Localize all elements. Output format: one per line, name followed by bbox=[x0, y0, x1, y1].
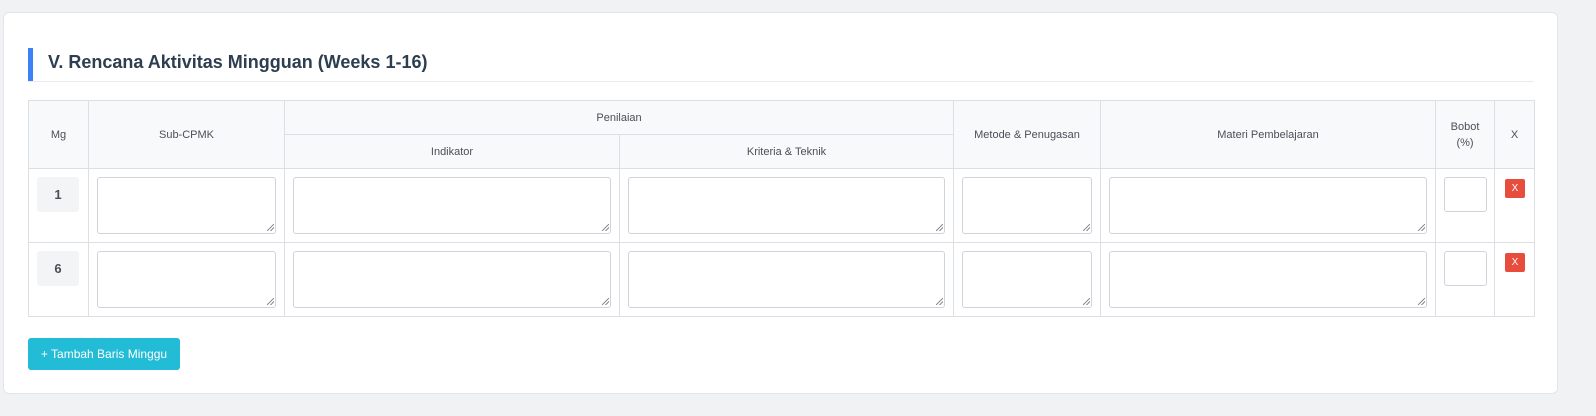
weekly-activity-table: Mg Sub-CPMK Penilaian Metode & Penugasan… bbox=[28, 100, 1536, 317]
bobot-cell bbox=[1435, 168, 1496, 243]
remove-row-button[interactable]: X bbox=[1505, 179, 1526, 198]
resize-grip-icon[interactable] bbox=[1418, 224, 1426, 231]
resize-grip-icon[interactable] bbox=[1083, 298, 1091, 305]
resize-grip-icon[interactable] bbox=[1083, 224, 1091, 231]
header-mg: Mg bbox=[28, 100, 89, 169]
section-accent-bar bbox=[28, 48, 33, 81]
resize-grip-icon[interactable] bbox=[267, 224, 274, 231]
header-bobot-label: Bobot bbox=[1450, 120, 1480, 133]
week-number: 6 bbox=[37, 251, 79, 286]
resize-grip-icon[interactable] bbox=[267, 298, 274, 305]
indikator-cell bbox=[284, 168, 620, 243]
header-penilaian: Penilaian bbox=[283, 100, 955, 135]
materi-textarea[interactable] bbox=[1109, 251, 1428, 308]
materi-textarea[interactable] bbox=[1109, 177, 1428, 234]
resize-grip-icon[interactable] bbox=[936, 224, 944, 231]
remove-row-button[interactable]: X bbox=[1505, 253, 1526, 272]
materi-cell bbox=[1100, 242, 1437, 317]
header-indikator: Indikator bbox=[284, 134, 620, 169]
metode-cell bbox=[953, 168, 1102, 243]
indikator-textarea[interactable] bbox=[293, 177, 611, 234]
bobot-input[interactable] bbox=[1444, 251, 1488, 286]
resize-grip-icon[interactable] bbox=[936, 298, 944, 305]
kriteria-cell bbox=[618, 168, 955, 243]
table-row: 1 X bbox=[28, 168, 1536, 243]
metode-textarea[interactable] bbox=[962, 177, 1093, 234]
sub-cpmk-cell bbox=[88, 168, 285, 243]
kriteria-textarea[interactable] bbox=[628, 251, 946, 308]
resize-grip-icon[interactable] bbox=[602, 224, 609, 231]
table-row: 6 X bbox=[28, 242, 1536, 317]
indikator-textarea[interactable] bbox=[293, 251, 611, 308]
sub-cpmk-textarea[interactable] bbox=[97, 251, 276, 308]
kriteria-cell bbox=[618, 242, 955, 317]
section-header: V. Rencana Aktivitas Mingguan (Weeks 1-1… bbox=[28, 48, 1534, 82]
header-metode: Metode & Penugasan bbox=[953, 100, 1102, 169]
header-remove: X bbox=[1494, 100, 1536, 169]
week-cell: 6 bbox=[28, 242, 89, 317]
bobot-input[interactable] bbox=[1444, 177, 1488, 212]
bobot-cell bbox=[1435, 242, 1496, 317]
header-sub-cpmk: Sub-CPMK bbox=[88, 100, 285, 169]
resize-grip-icon[interactable] bbox=[1418, 298, 1426, 305]
header-bobot: Bobot (%) bbox=[1435, 100, 1496, 169]
weekly-plan-card: V. Rencana Aktivitas Mingguan (Weeks 1-1… bbox=[3, 12, 1558, 394]
metode-textarea[interactable] bbox=[962, 251, 1093, 308]
sub-cpmk-cell bbox=[88, 242, 285, 317]
add-week-row-button[interactable]: + Tambah Baris Minggu bbox=[28, 338, 180, 370]
materi-cell bbox=[1100, 168, 1437, 243]
indikator-cell bbox=[284, 242, 620, 317]
section-title: V. Rencana Aktivitas Mingguan (Weeks 1-1… bbox=[48, 52, 428, 72]
week-cell: 1 bbox=[28, 168, 89, 243]
remove-cell: X bbox=[1494, 242, 1536, 317]
header-materi: Materi Pembelajaran bbox=[1100, 100, 1437, 169]
week-number: 1 bbox=[37, 177, 79, 212]
resize-grip-icon[interactable] bbox=[602, 298, 609, 305]
metode-cell bbox=[953, 242, 1102, 317]
remove-cell: X bbox=[1494, 168, 1536, 243]
sub-cpmk-textarea[interactable] bbox=[97, 177, 276, 234]
header-kriteria: Kriteria & Teknik bbox=[618, 134, 955, 169]
kriteria-textarea[interactable] bbox=[628, 177, 946, 234]
header-bobot-unit: (%) bbox=[1456, 136, 1474, 149]
